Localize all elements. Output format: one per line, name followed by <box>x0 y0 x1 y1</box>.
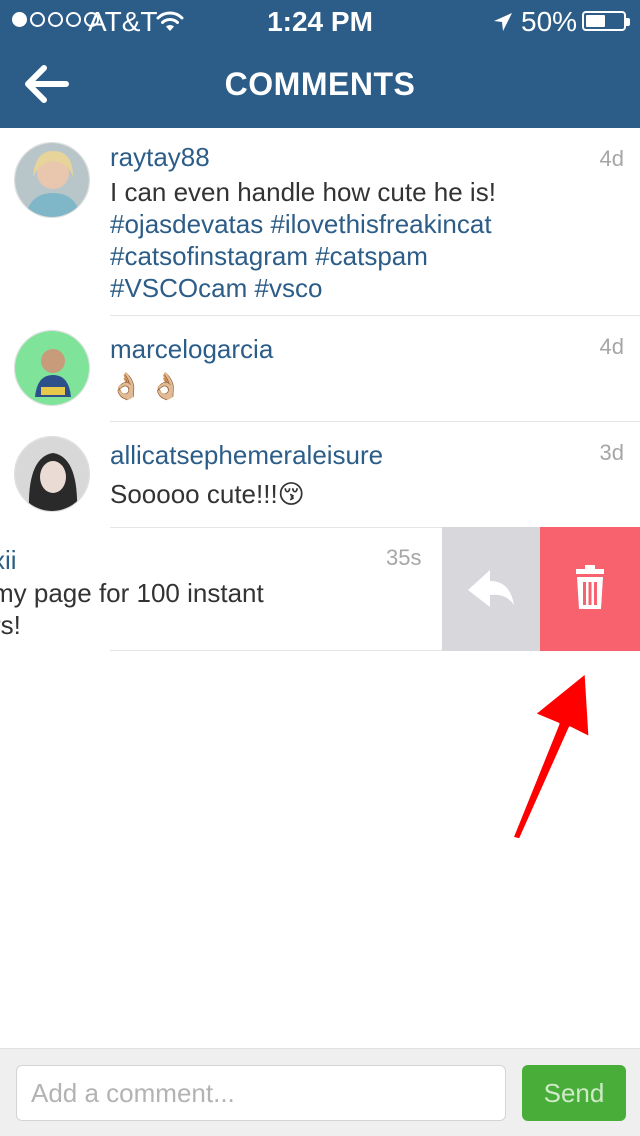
battery-icon <box>582 11 630 31</box>
comment-item: raytay88 4d I can even handle how cute h… <box>0 128 640 316</box>
send-button[interactable]: Send <box>522 1065 626 1121</box>
swiped-comment-row[interactable]: xii 35s my page for 100 instant rs! <box>0 527 640 651</box>
avatar[interactable] <box>14 330 90 406</box>
reply-button[interactable] <box>442 527 540 651</box>
comment-body: Sooooo cute!!!😚 <box>110 479 305 509</box>
trash-icon <box>576 565 604 609</box>
comment-text: I can even handle how cute he is! #ojasd… <box>110 176 580 304</box>
comment-username[interactable]: allicatsephemeraleisure <box>110 440 383 471</box>
comment-body: my page for 100 instant <box>0 578 264 608</box>
comment-body: I can even handle how cute he is! <box>110 177 496 207</box>
comment-item: allicatsephemeraleisure 3d Sooooo cute!!… <box>0 422 640 528</box>
comment-time: 35s <box>386 545 422 570</box>
comment-input[interactable] <box>16 1065 506 1121</box>
comment-composer: Send <box>0 1048 640 1136</box>
status-bar: AT&T 1:24 PM 50% <box>0 0 640 40</box>
hashtag-link[interactable]: #VSCOcam #vsco <box>110 272 580 304</box>
battery-percent: 50% <box>521 6 578 37</box>
top-bar: AT&T 1:24 PM 50% COMMENTS <box>0 0 640 128</box>
annotation-arrow-icon <box>490 670 610 850</box>
comment-item: marcelogarcia 4d 👌🏼 👌🏼 <box>0 316 640 422</box>
comment-time: 3d <box>599 440 624 465</box>
hashtag-link[interactable]: #catsofinstagram #catspam <box>110 240 580 272</box>
comment-username[interactable]: xii <box>0 545 17 576</box>
comment-username[interactable]: marcelogarcia <box>110 334 273 365</box>
avatar[interactable] <box>14 436 90 512</box>
comment-time: 4d <box>599 334 624 359</box>
comment-body: rs! <box>0 610 21 640</box>
page-title: COMMENTS <box>224 66 416 102</box>
comment-username[interactable]: raytay88 <box>110 142 210 173</box>
divider <box>110 527 442 528</box>
location-arrow-icon <box>492 8 514 40</box>
hashtag-link[interactable]: #ojasdevatas #ilovethisfreakincat <box>110 208 580 240</box>
reply-icon <box>468 570 514 607</box>
comment-body: 👌🏼 👌🏼 <box>110 371 182 401</box>
delete-button[interactable] <box>540 527 640 651</box>
comment-text: my page for 100 instant rs! <box>0 577 412 641</box>
comment-time: 4d <box>599 146 624 171</box>
avatar[interactable] <box>14 142 90 218</box>
